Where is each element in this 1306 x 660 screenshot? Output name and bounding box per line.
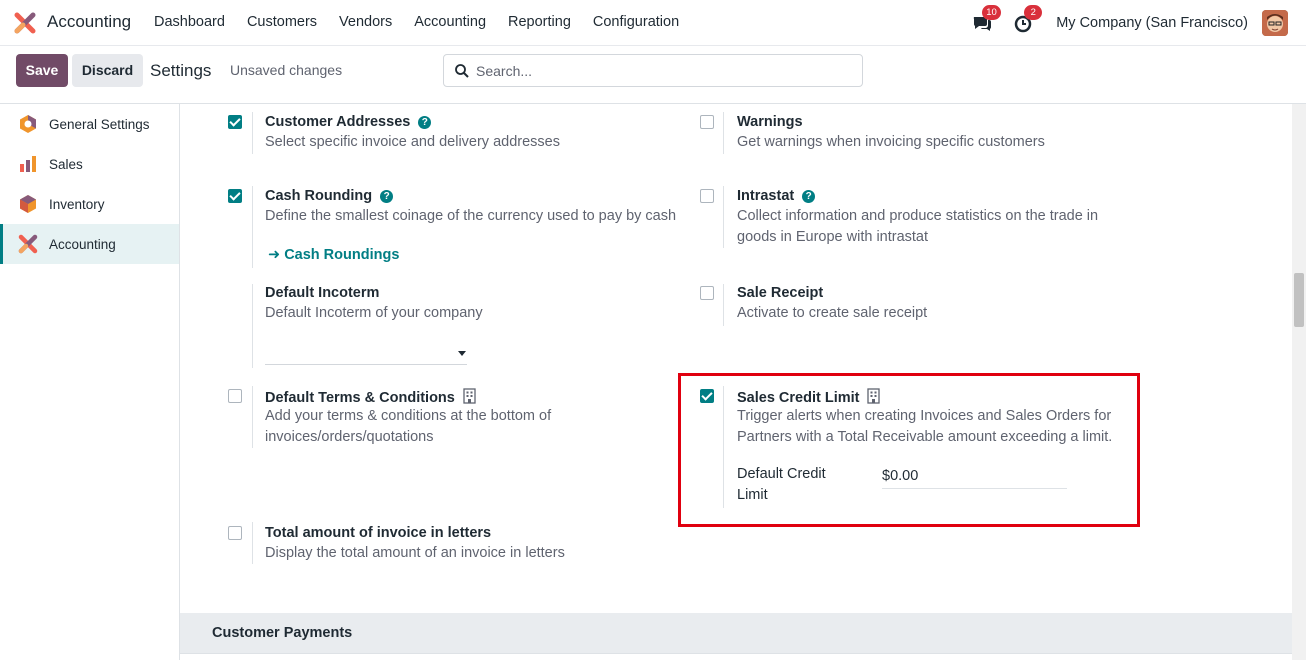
avatar-face-icon xyxy=(1262,10,1288,36)
invoice-letters-checkbox[interactable] xyxy=(228,526,242,540)
default-terms-checkbox[interactable] xyxy=(228,389,242,403)
help-icon[interactable]: ? xyxy=(380,190,394,203)
warnings-title: Warnings xyxy=(737,114,803,130)
app-name[interactable]: Accounting xyxy=(47,12,131,32)
messages-button[interactable]: 10 xyxy=(972,5,1001,33)
intrastat-checkbox[interactable] xyxy=(700,189,714,203)
customer-addresses-title: Customer Addresses? xyxy=(265,114,432,130)
messages-badge: 10 xyxy=(982,5,1001,20)
unsaved-status: Unsaved changes xyxy=(230,62,343,78)
default-incoterm-desc: Default Incoterm of your company xyxy=(265,305,483,321)
sidebar-item-general-settings[interactable]: General Settings xyxy=(0,104,179,144)
setting-divider xyxy=(723,112,724,154)
control-panel: Save Discard Settings Unsaved changes xyxy=(0,46,1306,104)
sale-receipt-checkbox[interactable] xyxy=(700,286,714,300)
setting-divider xyxy=(252,186,253,268)
cash-rounding-label: Cash Rounding xyxy=(265,188,373,204)
inventory-icon xyxy=(20,195,36,213)
menu-configuration[interactable]: Configuration xyxy=(593,14,679,30)
customer-addresses-desc: Select specific invoice and delivery add… xyxy=(265,134,560,150)
user-avatar[interactable] xyxy=(1262,10,1288,36)
intrastat-title: Intrastat? xyxy=(737,188,816,204)
activities-button[interactable]: 2 xyxy=(1014,5,1043,33)
customer-payments-section: Customer Payments xyxy=(180,613,1292,653)
invoice-letters-desc: Display the total amount of an invoice i… xyxy=(265,545,565,561)
section-title: Customer Payments xyxy=(212,625,353,641)
top-navbar: Accounting Dashboard Customers Vendors A… xyxy=(0,0,1306,46)
default-terms-title: Default Terms & Conditions xyxy=(265,388,476,406)
setting-divider xyxy=(252,284,253,368)
highlight-box xyxy=(678,373,1140,527)
menu-dashboard[interactable]: Dashboard xyxy=(154,14,225,30)
menu-accounting[interactable]: Accounting xyxy=(414,14,486,30)
cash-roundings-link[interactable]: ➜ Cash Roundings xyxy=(268,247,399,263)
main-menu: Dashboard Customers Vendors Accounting R… xyxy=(154,14,701,30)
arrow-right-icon: ➜ xyxy=(268,247,281,263)
general-settings-icon xyxy=(20,115,36,133)
default-terms-desc: Add your terms & conditions at the botto… xyxy=(265,408,552,445)
menu-vendors[interactable]: Vendors xyxy=(339,14,392,30)
customer-addresses-checkbox[interactable] xyxy=(228,115,242,129)
menu-reporting[interactable]: Reporting xyxy=(508,14,571,30)
customer-addresses-label: Customer Addresses xyxy=(265,114,411,130)
sidebar-item-label: Sales xyxy=(49,156,83,172)
sidebar-item-accounting[interactable]: Accounting xyxy=(0,224,179,264)
default-incoterm-title: Default Incoterm xyxy=(265,285,380,301)
cash-rounding-title: Cash Rounding? xyxy=(265,188,394,204)
activities-badge: 2 xyxy=(1024,5,1043,20)
sidebar-item-label: Accounting xyxy=(49,236,116,252)
scrollbar-thumb[interactable] xyxy=(1294,273,1304,327)
help-icon[interactable]: ? xyxy=(418,116,432,129)
setting-divider xyxy=(252,522,253,564)
company-switcher[interactable]: My Company (San Francisco) xyxy=(1056,15,1248,31)
save-button[interactable]: Save xyxy=(16,54,68,87)
setting-divider xyxy=(252,386,253,448)
default-terms-label: Default Terms & Conditions xyxy=(265,390,455,406)
search-box[interactable] xyxy=(443,54,863,87)
intrastat-label: Intrastat xyxy=(737,188,795,204)
search-icon xyxy=(455,64,469,78)
scrollbar-track[interactable] xyxy=(1292,104,1306,660)
section-divider xyxy=(180,653,1292,660)
incoterm-select[interactable] xyxy=(265,343,467,365)
setting-divider xyxy=(723,284,724,326)
cash-roundings-link-label: Cash Roundings xyxy=(284,247,400,263)
warnings-desc: Get warnings when invoicing specific cus… xyxy=(737,134,1045,150)
intrastat-desc: Collect information and produce statisti… xyxy=(737,208,1099,245)
cash-rounding-desc: Define the smallest coinage of the curre… xyxy=(265,208,677,224)
accounting-app-icon[interactable] xyxy=(14,12,36,34)
building-icon xyxy=(463,388,476,404)
navbar-right: 10 2 My Company (San Francisco) xyxy=(972,5,1288,37)
sidebar-item-label: Inventory xyxy=(49,196,105,212)
sidebar-item-inventory[interactable]: Inventory xyxy=(0,184,179,224)
accounting-icon xyxy=(18,234,38,254)
search-input[interactable] xyxy=(476,61,846,81)
discard-button[interactable]: Discard xyxy=(72,54,143,87)
sidebar-item-label: General Settings xyxy=(49,116,150,132)
settings-sidebar: General Settings Sales Inventory Account… xyxy=(0,104,180,660)
warnings-checkbox[interactable] xyxy=(700,115,714,129)
sidebar-item-sales[interactable]: Sales xyxy=(0,144,179,184)
invoice-letters-title: Total amount of invoice in letters xyxy=(265,525,492,541)
sale-receipt-desc: Activate to create sale receipt xyxy=(737,305,928,321)
setting-divider xyxy=(252,112,253,154)
page-title: Settings xyxy=(150,61,212,80)
menu-customers[interactable]: Customers xyxy=(247,14,317,30)
setting-divider xyxy=(723,186,724,248)
sales-icon xyxy=(20,156,36,172)
chevron-down-icon[interactable] xyxy=(458,351,466,356)
cash-rounding-checkbox[interactable] xyxy=(228,189,242,203)
sale-receipt-title: Sale Receipt xyxy=(737,285,824,301)
help-icon[interactable]: ? xyxy=(802,190,816,203)
